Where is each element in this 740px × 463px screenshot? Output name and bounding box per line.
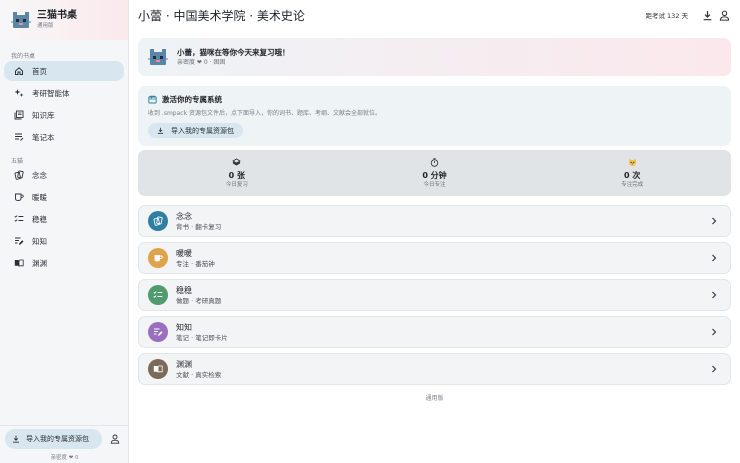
sidebar-item-label: 稳稳: [32, 214, 47, 224]
library-icon: [13, 109, 25, 121]
sidebar-import-label: 导入我的专属资源包: [26, 435, 89, 443]
checklist-icon: [13, 213, 25, 225]
stat-value: 0 分钟: [422, 170, 447, 180]
activate-title: 激活你的专属系统: [162, 94, 222, 104]
main-content: 小蕾 · 中国美术学院 · 美术史论 距考试 132 天 小蕾，猫咪在等你今天来…: [129, 0, 740, 463]
cards-icon: [148, 211, 168, 231]
welcome-title: 小蕾，猫咪在等你今天来复习哦！: [177, 48, 290, 57]
cup-icon: [148, 248, 168, 268]
sidebar-footer: 导入我的专属资源包 亲密度 ❤ 0: [0, 425, 128, 463]
stat-value: 0 张: [228, 170, 246, 180]
welcome-card: 小蕾，猫咪在等你今天来复习哦！ 亲密度 ❤ 0 · 困困: [138, 38, 731, 76]
sidebar-item-label: 暖暖: [32, 192, 47, 202]
pen-note-icon: [13, 235, 25, 247]
download-icon: [157, 127, 164, 134]
brand: 三猫书桌 通用版: [0, 0, 128, 40]
stat-review: 0 张 今日复习: [138, 150, 336, 196]
chevron-right-icon: [712, 328, 717, 336]
checklist-icon: [148, 285, 168, 305]
stat-label: 今日专注: [423, 181, 446, 188]
cards-stack-icon: [232, 158, 242, 165]
feature-name: 暖暖: [176, 248, 192, 258]
book-open-icon: [148, 359, 168, 379]
sidebar-import-button[interactable]: 导入我的专属资源包: [5, 429, 102, 449]
feature-row-wenwen[interactable]: 稳稳 做题 · 考研真题: [138, 279, 731, 311]
user-icon[interactable]: [719, 10, 730, 21]
stat-label: 今日复习: [225, 181, 248, 188]
chevron-right-icon: [712, 254, 717, 262]
import-pack-button[interactable]: 导入我的专属资源包: [148, 123, 243, 138]
sidebar-item-wenwen[interactable]: 稳稳: [4, 209, 124, 229]
brand-title: 三猫书桌: [37, 10, 77, 21]
feature-name: 知知: [176, 322, 192, 332]
stats-card: 0 张 今日复习 0 分钟 今日专注 0 次 专注完成: [138, 150, 731, 196]
sidebar-item-label: 笔记本: [32, 132, 55, 142]
sidebar-item-yuanyuan[interactable]: 渊渊: [4, 253, 124, 273]
stat-value: 0 次: [624, 170, 641, 180]
stat-label: 专注完成: [621, 181, 644, 188]
activate-description: 收到 .smpack 资源包文件后，点下面导入，你的词书、题库、考纲、文献会全部…: [148, 110, 381, 117]
cup-icon: [13, 191, 25, 203]
sidebar-item-label: 首页: [32, 66, 47, 76]
robot-cat-logo-icon: [11, 12, 31, 28]
feature-name: 渊渊: [176, 359, 192, 369]
book-open-icon: [13, 257, 25, 269]
robot-cat-avatar-icon: [148, 49, 168, 65]
stat-completed: 0 次 专注完成: [533, 150, 731, 196]
top-bar: 小蕾 · 中国美术学院 · 美术史论 距考试 132 天: [129, 0, 740, 30]
sidebar-item-home[interactable]: 首页: [4, 61, 124, 81]
feature-desc: 背书 · 翻卡复习: [176, 222, 222, 231]
notebook-icon: [13, 131, 25, 143]
sidebar-item-nuannuan[interactable]: 暖暖: [4, 187, 124, 207]
sidebar-item-agent[interactable]: 考研智能体: [4, 83, 124, 103]
chevron-right-icon: [712, 365, 717, 373]
brand-subtitle: 通用版: [37, 23, 54, 29]
feature-name: 稳稳: [176, 285, 192, 295]
stat-focus: 0 分钟 今日专注: [336, 150, 534, 196]
cards-icon: [13, 169, 25, 181]
feature-name: 念念: [176, 211, 192, 221]
package-icon: [148, 95, 157, 103]
sidebar-item-zhizhi[interactable]: 知知: [4, 231, 124, 251]
feature-row-niannian[interactable]: 念念 背书 · 翻卡复习: [138, 205, 731, 237]
feature-desc: 做题 · 考研真题: [176, 296, 222, 305]
feature-row-nuannuan[interactable]: 暖暖 专注 · 番茄钟: [138, 242, 731, 274]
activate-card: 激活你的专属系统 收到 .smpack 资源包文件后，点下面导入，你的词书、题库…: [138, 86, 731, 146]
user-icon[interactable]: [110, 434, 120, 444]
download-icon[interactable]: [702, 10, 713, 21]
activate-title-row: 激活你的专属系统: [148, 94, 721, 104]
sidebar-item-notebook[interactable]: 笔记本: [4, 127, 124, 147]
feature-desc: 文献 · 真实检索: [176, 370, 222, 379]
import-pack-label: 导入我的专属资源包: [171, 126, 234, 135]
sidebar-item-label: 知知: [32, 236, 47, 246]
sidebar-item-niannian[interactable]: 念念: [4, 165, 124, 185]
chevron-right-icon: [712, 291, 717, 299]
feature-desc: 笔记 · 笔记即卡片: [176, 333, 228, 342]
sidebar-item-label: 知识库: [32, 110, 55, 120]
home-icon: [13, 65, 25, 77]
sidebar-item-label: 渊渊: [32, 258, 47, 268]
sparkle-icon: [13, 87, 25, 99]
section-label-mine: 我的书桌: [11, 53, 36, 60]
download-icon: [13, 435, 19, 443]
feature-desc: 专注 · 番茄钟: [176, 259, 215, 268]
feature-row-yuanyuan[interactable]: 渊渊 文献 · 真实检索: [138, 353, 731, 385]
sidebar-item-label: 念念: [32, 170, 47, 180]
chevron-right-icon: [712, 217, 717, 225]
feature-row-zhizhi[interactable]: 知知 笔记 · 笔记即卡片: [138, 316, 731, 348]
cat-face-icon: [628, 158, 636, 166]
version-note: 通用版: [425, 395, 444, 402]
stopwatch-icon: [430, 157, 439, 167]
exam-countdown: 距考试 132 天: [645, 12, 688, 20]
sidebar-affinity: 亲密度 ❤ 0: [50, 455, 79, 461]
welcome-subtitle: 亲密度 ❤ 0 · 困困: [177, 59, 226, 66]
sidebar-item-label: 考研智能体: [32, 88, 70, 98]
page-title: 小蕾 · 中国美术学院 · 美术史论: [138, 8, 305, 23]
sidebar: 三猫书桌 通用版 我的书桌 首页 考研智能体 知识库 笔记本 五猫 念念 暖暖 …: [0, 0, 129, 463]
sidebar-item-library[interactable]: 知识库: [4, 105, 124, 125]
section-label-cats: 五猫: [11, 158, 24, 165]
app-window: 三猫书桌 通用版 我的书桌 首页 考研智能体 知识库 笔记本 五猫 念念 暖暖 …: [0, 0, 740, 463]
pen-note-icon: [148, 322, 168, 342]
